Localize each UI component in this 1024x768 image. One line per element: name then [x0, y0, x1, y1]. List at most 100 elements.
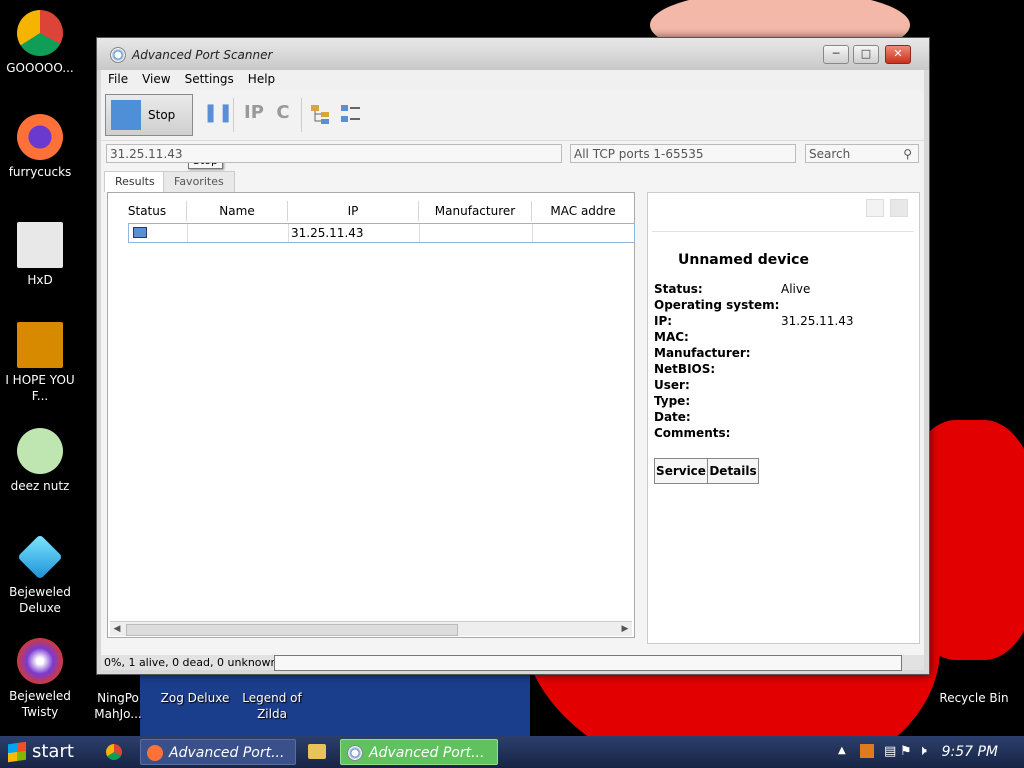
row-name-cell — [188, 224, 289, 242]
row-ip-cell: 31.25.11.43 — [291, 224, 420, 242]
minimize-button[interactable]: ─ — [823, 45, 849, 64]
stop-button-label: Stop — [148, 108, 176, 122]
character-icon — [17, 428, 63, 474]
scroll-left-icon[interactable]: ◀ — [110, 622, 124, 636]
desktop-icon-label: NingPo MahJo... — [94, 691, 142, 721]
menu-settings[interactable]: Settings — [178, 70, 241, 88]
column-header-manufacturer[interactable]: Manufacturer — [419, 201, 532, 221]
desktop-icon[interactable]: Bejeweled Twisty — [0, 638, 80, 720]
app-window: Advanced Port Scanner ─ □ ✕ File View Sett… — [96, 37, 930, 675]
search-icon: ⚲ — [903, 147, 912, 161]
table-row[interactable]: 31.25.11.43 — [128, 223, 635, 243]
menu-help[interactable]: Help — [241, 70, 282, 88]
tab-results[interactable]: Results — [104, 171, 166, 192]
chrome-icon — [17, 10, 63, 56]
folder-taskbar-icon[interactable] — [308, 744, 326, 759]
taskbar-item-advanced-port-scanner[interactable]: Advanced Port... — [340, 739, 498, 765]
toolbar-separator — [301, 98, 302, 132]
close-button[interactable]: ✕ — [885, 45, 911, 64]
desktop-icon-label: GOOOOO... — [6, 61, 74, 75]
expand-all-icon[interactable] — [309, 102, 333, 128]
desktop-icon[interactable]: furrycucks — [0, 114, 80, 180]
column-header-ip[interactable]: IP — [288, 201, 419, 221]
desktop-icon[interactable]: Zog Deluxe — [155, 690, 235, 706]
chrome-quicklaunch-icon[interactable] — [106, 744, 122, 760]
row-manufacturer-cell — [420, 224, 533, 242]
desktop-icon[interactable]: Bejeweled Deluxe — [0, 534, 80, 616]
desktop-icon-label: Bejeweled Twisty — [9, 689, 71, 719]
desktop-icon[interactable]: deez nutz — [0, 428, 80, 494]
desktop-icon-label: Legend of Zilda — [242, 691, 302, 721]
desktop-icon[interactable]: NingPo MahJo... — [78, 690, 158, 722]
maximize-button[interactable]: □ — [853, 45, 879, 64]
scan-status-text: 0%, 1 alive, 0 dead, 0 unknown — [104, 656, 278, 669]
save-icon[interactable] — [890, 199, 908, 217]
column-header-mac[interactable]: MAC addre — [532, 201, 634, 221]
desktop-icon-label: furrycucks — [8, 165, 72, 179]
clock[interactable]: 9:57 PM — [942, 744, 998, 760]
prop-label: Date: — [654, 410, 691, 424]
prop-label: Comments: — [654, 426, 731, 440]
toolbar-separator — [233, 98, 234, 132]
c-icon[interactable]: C — [273, 102, 293, 128]
collapse-all-icon[interactable] — [339, 102, 363, 128]
scroll-thumb[interactable] — [126, 624, 458, 636]
prop-value: Alive — [781, 282, 811, 296]
row-status-cell — [129, 224, 188, 242]
ports-input[interactable]: All TCP ports 1-65535 — [570, 144, 796, 163]
desktop-icon-label: I HOPE YOU F... — [5, 373, 75, 403]
search-input[interactable]: Search ⚲ — [805, 144, 919, 163]
tray-app-icon[interactable] — [860, 744, 874, 758]
taskbar-item-firefox[interactable]: Advanced Port... — [140, 739, 296, 765]
prop-label: MAC: — [654, 330, 689, 344]
menu-bar: File View Settings Help — [101, 70, 924, 90]
scan-progress-bar — [274, 655, 902, 671]
desktop-icon-label: Zog Deluxe — [160, 691, 230, 705]
start-label: start — [32, 741, 74, 762]
menu-file[interactable]: File — [101, 70, 135, 88]
gem-icon — [17, 638, 63, 684]
prop-label: NetBIOS: — [654, 362, 716, 376]
status-bar: 0%, 1 alive, 0 dead, 0 unknown — [101, 655, 924, 671]
details-button[interactable]: Details — [707, 458, 759, 484]
ip-icon[interactable]: IP — [241, 102, 267, 128]
network-icon[interactable]: ▤ — [884, 744, 896, 759]
prop-label: Operating system: — [654, 298, 780, 312]
title-bar[interactable]: Advanced Port Scanner ─ □ ✕ — [97, 38, 929, 70]
desktop-icon[interactable]: GOOOOO... — [0, 10, 80, 76]
desktop-icon[interactable]: I HOPE YOU F... — [0, 322, 80, 404]
print-icon[interactable] — [866, 199, 884, 217]
ip-range-input[interactable]: 31.25.11.43 — [106, 144, 562, 163]
desktop-icon-label: HxD — [27, 273, 53, 287]
desktop-icon[interactable]: HxD — [0, 222, 80, 288]
recycle-bin[interactable]: Recycle Bin — [934, 690, 1014, 706]
window-client: FileViewSettingsHelp Stop ❚❚ IP C Stop 3… — [101, 70, 924, 671]
scanner-taskbar-icon — [347, 745, 363, 761]
menu-view[interactable]: View — [135, 70, 177, 88]
scroll-right-icon[interactable]: ▶ — [618, 622, 632, 636]
volume-icon[interactable]: 🕨 — [918, 743, 927, 759]
column-header-name[interactable]: Name — [187, 201, 288, 221]
row-mac-cell — [533, 224, 633, 242]
action-center-icon[interactable]: ⚑ — [900, 744, 912, 759]
prop-label: Status: — [654, 282, 703, 296]
service-button[interactable]: Service — [654, 458, 708, 484]
tray-expand-icon[interactable]: ▲ — [838, 745, 846, 756]
device-title: Unnamed device — [678, 252, 809, 268]
horizontal-scrollbar[interactable]: ◀ ▶ — [110, 621, 632, 636]
stop-button[interactable]: Stop — [105, 94, 193, 136]
computer-icon — [133, 227, 147, 238]
start-button[interactable]: start — [4, 739, 90, 765]
taskbar: start Advanced Port... Advanced Port... … — [0, 736, 1024, 768]
firefox-taskbar-icon — [147, 745, 163, 761]
diamond-icon — [17, 534, 63, 580]
desktop-icon-label: Bejeweled Deluxe — [9, 585, 71, 615]
desktop-icon[interactable]: Legend of Zilda — [232, 690, 312, 722]
tab-favorites[interactable]: Favorites — [163, 171, 235, 192]
windows-logo-icon — [8, 741, 26, 763]
pause-icon[interactable]: ❚❚ — [203, 102, 233, 128]
system-tray: ▲ ▤ ⚑ 🕨 9:57 PM — [830, 736, 1024, 768]
results-list[interactable]: Status Name IP Manufacturer MAC addre 31… — [107, 192, 635, 638]
column-header-status[interactable]: Status — [108, 201, 187, 221]
stop-icon — [111, 100, 141, 130]
